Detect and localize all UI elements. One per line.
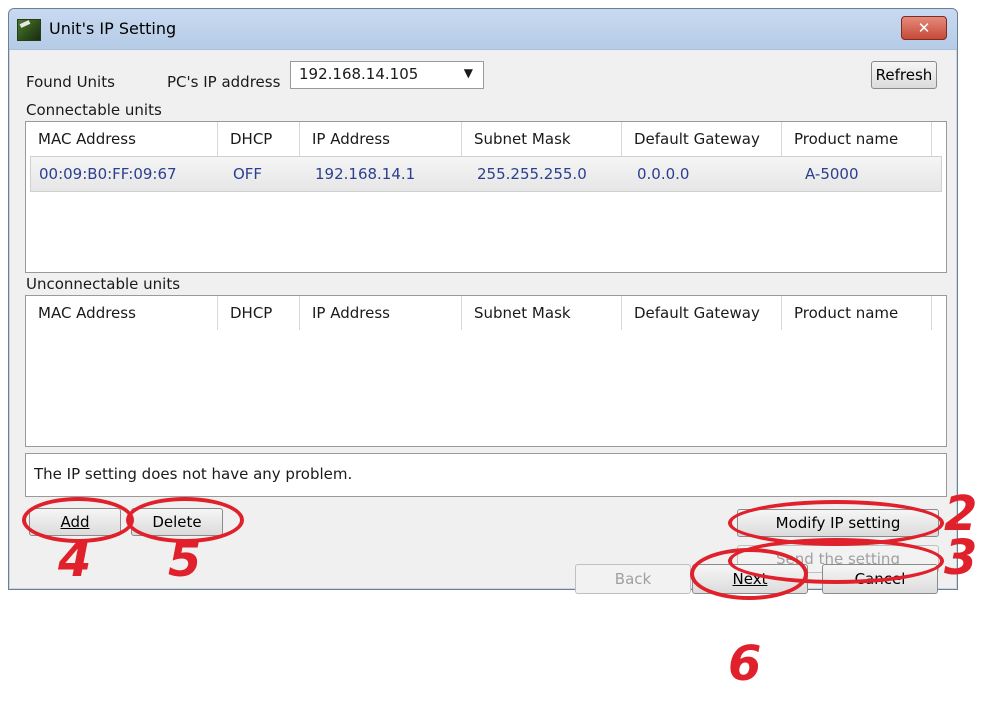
chevron-down-icon[interactable]: ▼ xyxy=(464,66,473,80)
col-ip[interactable]: IP Address xyxy=(300,296,462,330)
modify-label: Modify IP setting xyxy=(775,514,901,532)
pc-ip-label: PC's IP address xyxy=(167,73,281,91)
callout-number-3: 3 xyxy=(944,530,978,586)
col-mac[interactable]: MAC Address xyxy=(26,122,218,156)
connectable-units-list[interactable]: MAC Address DHCP IP Address Subnet Mask … xyxy=(25,121,947,273)
back-label: Back xyxy=(614,570,652,588)
cell-dhcp: OFF xyxy=(233,165,263,183)
table-row[interactable]: 00:09:B0:FF:09:67 OFF 192.168.14.1 255.2… xyxy=(30,156,942,192)
col-gateway[interactable]: Default Gateway xyxy=(622,122,782,156)
col-dhcp[interactable]: DHCP xyxy=(218,122,300,156)
title-bar: Unit's IP Setting ✕ xyxy=(9,9,957,50)
cell-ip: 192.168.14.1 xyxy=(315,165,416,183)
callout-number-6: 6 xyxy=(728,636,762,692)
next-button[interactable]: Next xyxy=(692,564,808,594)
ip-setting-dialog: Unit's IP Setting ✕ Found Units PC's IP … xyxy=(8,8,958,590)
window-title: Unit's IP Setting xyxy=(49,19,177,38)
cell-product: A-5000 xyxy=(805,165,859,183)
unconnectable-units-list[interactable]: MAC Address DHCP IP Address Subnet Mask … xyxy=(25,295,947,447)
col-product[interactable]: Product name xyxy=(782,296,932,330)
cell-gateway: 0.0.0.0 xyxy=(637,165,690,183)
modify-ip-setting-button[interactable]: Modify IP setting xyxy=(737,509,939,537)
col-subnet[interactable]: Subnet Mask xyxy=(462,296,622,330)
close-button[interactable]: ✕ xyxy=(901,16,947,40)
status-panel: The IP setting does not have any problem… xyxy=(25,453,947,497)
col-dhcp[interactable]: DHCP xyxy=(218,296,300,330)
unconnectable-units-label: Unconnectable units xyxy=(26,275,181,293)
pc-ip-value: 192.168.14.105 xyxy=(299,65,419,83)
col-gateway[interactable]: Default Gateway xyxy=(622,296,782,330)
callout-number-4: 4 xyxy=(58,532,92,588)
connectable-header: MAC Address DHCP IP Address Subnet Mask … xyxy=(26,122,946,156)
status-message: The IP setting does not have any problem… xyxy=(34,465,353,483)
cancel-button[interactable]: Cancel xyxy=(822,564,938,594)
col-subnet[interactable]: Subnet Mask xyxy=(462,122,622,156)
pc-ip-select[interactable]: 192.168.14.105 ▼ xyxy=(290,61,484,89)
back-button[interactable]: Back xyxy=(575,564,691,594)
app-icon xyxy=(17,19,41,41)
refresh-label: Refresh xyxy=(875,66,933,84)
callout-number-5: 5 xyxy=(168,532,202,588)
col-product[interactable]: Product name xyxy=(782,122,932,156)
col-ip[interactable]: IP Address xyxy=(300,122,462,156)
connectable-units-label: Connectable units xyxy=(26,101,162,119)
add-label: Add xyxy=(60,513,90,531)
delete-label: Delete xyxy=(152,513,202,531)
cell-mac: 00:09:B0:FF:09:67 xyxy=(39,165,177,183)
found-units-label: Found Units xyxy=(26,73,115,91)
cell-subnet: 255.255.255.0 xyxy=(477,165,587,183)
unconnectable-header: MAC Address DHCP IP Address Subnet Mask … xyxy=(26,296,946,330)
cancel-label: Cancel xyxy=(854,570,906,588)
next-label: Next xyxy=(732,570,768,588)
refresh-button[interactable]: Refresh xyxy=(871,61,937,89)
col-mac[interactable]: MAC Address xyxy=(26,296,218,330)
